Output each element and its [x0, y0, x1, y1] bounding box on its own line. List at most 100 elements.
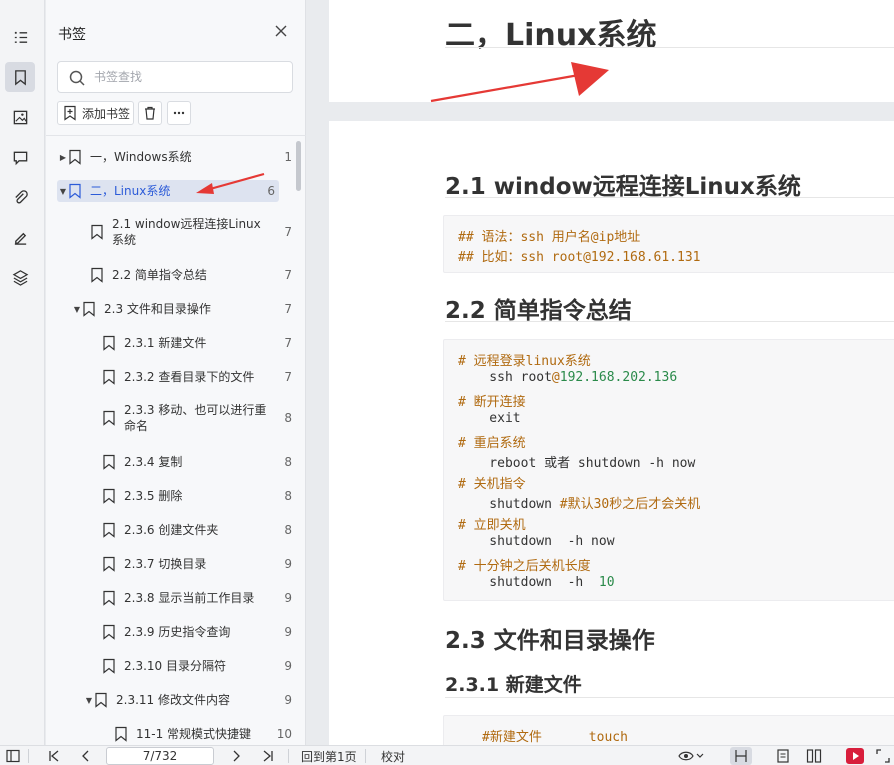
code-comment: # 断开连接 [458, 395, 526, 410]
comment-icon[interactable] [5, 142, 35, 172]
signature-icon[interactable] [5, 222, 35, 252]
code-comment: # 远程登录linux系统 [458, 354, 591, 369]
heading-rule [445, 197, 894, 198]
bookmark-panel: 书签 添加书签 ▶一，Windows系统1▼二，Linux系统62.1 wind… [46, 0, 306, 745]
bookmark-label: 2.3.9 历史指令查询 [124, 625, 231, 639]
back-to-first-page-button[interactable]: 回到第1页 [301, 748, 357, 764]
bookmark-item[interactable]: 2.3.4 复制 8 [46, 451, 296, 473]
expand-toggle-icon[interactable]: ▼ [72, 305, 82, 314]
bookmark-item[interactable]: 2.3.9 历史指令查询 9 [46, 621, 296, 643]
expand-toggle-icon[interactable]: ▼ [58, 187, 68, 196]
code-comment: # 十分钟之后关机长度 [458, 559, 591, 574]
bookmark-page-number: 7 [284, 302, 292, 316]
code-comment: # 重启系统 [458, 436, 526, 451]
bookmark-item[interactable]: 2.3.7 切换目录 9 [46, 553, 296, 575]
sidebar-toggle-icon[interactable] [6, 748, 20, 764]
bookmark-label: 2.3.10 目录分隔符 [124, 659, 226, 673]
bookmark-item[interactable]: 11-1 常规模式快捷键 10 [46, 723, 296, 745]
heading-2-3-1: 2.3.1 新建文件 [445, 674, 582, 696]
eye-icon[interactable] [678, 748, 704, 764]
expand-icon[interactable] [876, 748, 890, 764]
code-line: #新建文件 touch [482, 726, 628, 745]
first-page-icon[interactable] [48, 748, 60, 764]
bookmark-icon [103, 522, 115, 538]
code-line: shutdown -h now [458, 534, 615, 549]
divider [46, 135, 306, 136]
document-view[interactable]: 二，Linux系统 2.1 window远程连接Linux系统 ## 语法：ss… [307, 0, 894, 745]
delete-bookmark-button[interactable] [138, 101, 162, 125]
play-icon[interactable] [846, 748, 864, 764]
single-page-icon[interactable] [776, 748, 790, 764]
heading-rule [445, 697, 894, 698]
code-comment: # 立即关机 [458, 518, 526, 533]
code-text: shutdown [458, 497, 560, 512]
attachment-icon[interactable] [5, 182, 35, 212]
heading-2-2: 2.2 简单指令总结 [445, 298, 632, 324]
code-text: shutdown -h [458, 575, 599, 590]
heading-2-3: 2.3 文件和目录操作 [445, 628, 655, 654]
bookmark-item[interactable]: 2.2 简单指令总结 7 [46, 264, 296, 286]
bookmark-page-number: 9 [284, 659, 292, 673]
bookmark-item[interactable]: 2.1 window远程连接Linux 系统 7 [46, 214, 296, 250]
image-icon[interactable] [5, 102, 35, 132]
bookmark-label: 2.3.6 创建文件夹 [124, 523, 219, 537]
code-line: ## 比如：ssh root@192.168.61.131 [458, 250, 701, 265]
bookmark-item[interactable]: 2.3.8 显示当前工作目录 9 [46, 587, 296, 609]
left-toolbar [0, 0, 45, 745]
bookmark-search-input[interactable] [94, 68, 284, 86]
bookmark-icon [91, 224, 103, 240]
code-line: ssh root@192.168.202.136 [458, 370, 677, 385]
bookmark-item[interactable]: 2.3.6 创建文件夹 8 [46, 519, 296, 541]
next-page-icon[interactable] [230, 748, 242, 764]
code-text: 10 [598, 575, 615, 590]
bookmark-icon [103, 369, 115, 385]
bookmark-label: 2.3.1 新建文件 [124, 336, 207, 350]
bookmark-icon [103, 488, 115, 504]
code-line: exit [458, 411, 521, 426]
last-page-icon[interactable] [262, 748, 274, 764]
bookmark-label: 2.3.3 移动、也可以进行重命名 [124, 403, 267, 433]
bookmark-search-box[interactable] [57, 61, 293, 93]
proofread-button[interactable]: 校对 [381, 748, 405, 764]
bookmark-page-number: 9 [284, 693, 292, 707]
outline-icon[interactable] [5, 22, 35, 52]
bookmark-page-number: 1 [284, 150, 292, 164]
panel-title: 书签 [58, 27, 86, 43]
bookmark-scrollbar[interactable] [296, 141, 301, 191]
page-number-input[interactable] [106, 747, 214, 765]
bookmark-page-number: 8 [284, 489, 292, 503]
bookmark-item[interactable]: 2.3.5 删除 8 [46, 485, 296, 507]
bookmark-icon [103, 335, 115, 351]
code-block-touch: #新建文件 touch [443, 715, 894, 745]
expand-toggle-icon[interactable]: ▼ [84, 696, 94, 705]
bookmark-item[interactable]: 2.3.3 移动、也可以进行重命名 8 [46, 400, 296, 436]
continuous-scroll-icon[interactable] [730, 747, 752, 765]
bookmark-tab-icon[interactable] [5, 62, 35, 92]
bookmark-item[interactable]: 2.3.1 新建文件 7 [46, 332, 296, 354]
add-bookmark-icon [64, 105, 76, 121]
bookmark-icon [83, 301, 95, 317]
bookmark-label: 2.3.8 显示当前工作目录 [124, 591, 255, 605]
bookmark-item[interactable]: 2.3.2 查看目录下的文件 7 [46, 366, 296, 388]
trash-icon [145, 106, 155, 120]
bookmark-item[interactable]: 2.3.10 目录分隔符 9 [46, 655, 296, 677]
bookmark-icon [103, 454, 115, 470]
bookmark-item[interactable]: ▼ 2.3 文件和目录操作 7 [46, 298, 296, 320]
more-options-button[interactable] [167, 101, 191, 125]
heading-rule [445, 47, 894, 48]
two-page-icon[interactable] [806, 748, 822, 764]
close-icon[interactable] [272, 22, 290, 40]
layers-icon[interactable] [5, 262, 35, 292]
expand-toggle-icon[interactable]: ▶ [58, 153, 68, 162]
bookmark-icon [91, 267, 103, 283]
bookmark-label: 2.1 window远程连接Linux 系统 [112, 217, 261, 247]
bookmark-icon [69, 183, 81, 199]
bookmark-page-number: 8 [284, 411, 292, 425]
add-bookmark-button[interactable]: 添加书签 [57, 101, 134, 125]
bookmark-item[interactable]: ▶ 一，Windows系统 1 [46, 146, 296, 168]
heading-2-1: 2.1 window远程连接Linux系统 [445, 174, 801, 200]
prev-page-icon[interactable] [80, 748, 92, 764]
bookmark-item[interactable]: ▼ 2.3.11 修改文件内容 9 [46, 689, 296, 711]
bookmark-page-number: 8 [284, 523, 292, 537]
code-text: 192.168.202.136 [559, 370, 678, 385]
